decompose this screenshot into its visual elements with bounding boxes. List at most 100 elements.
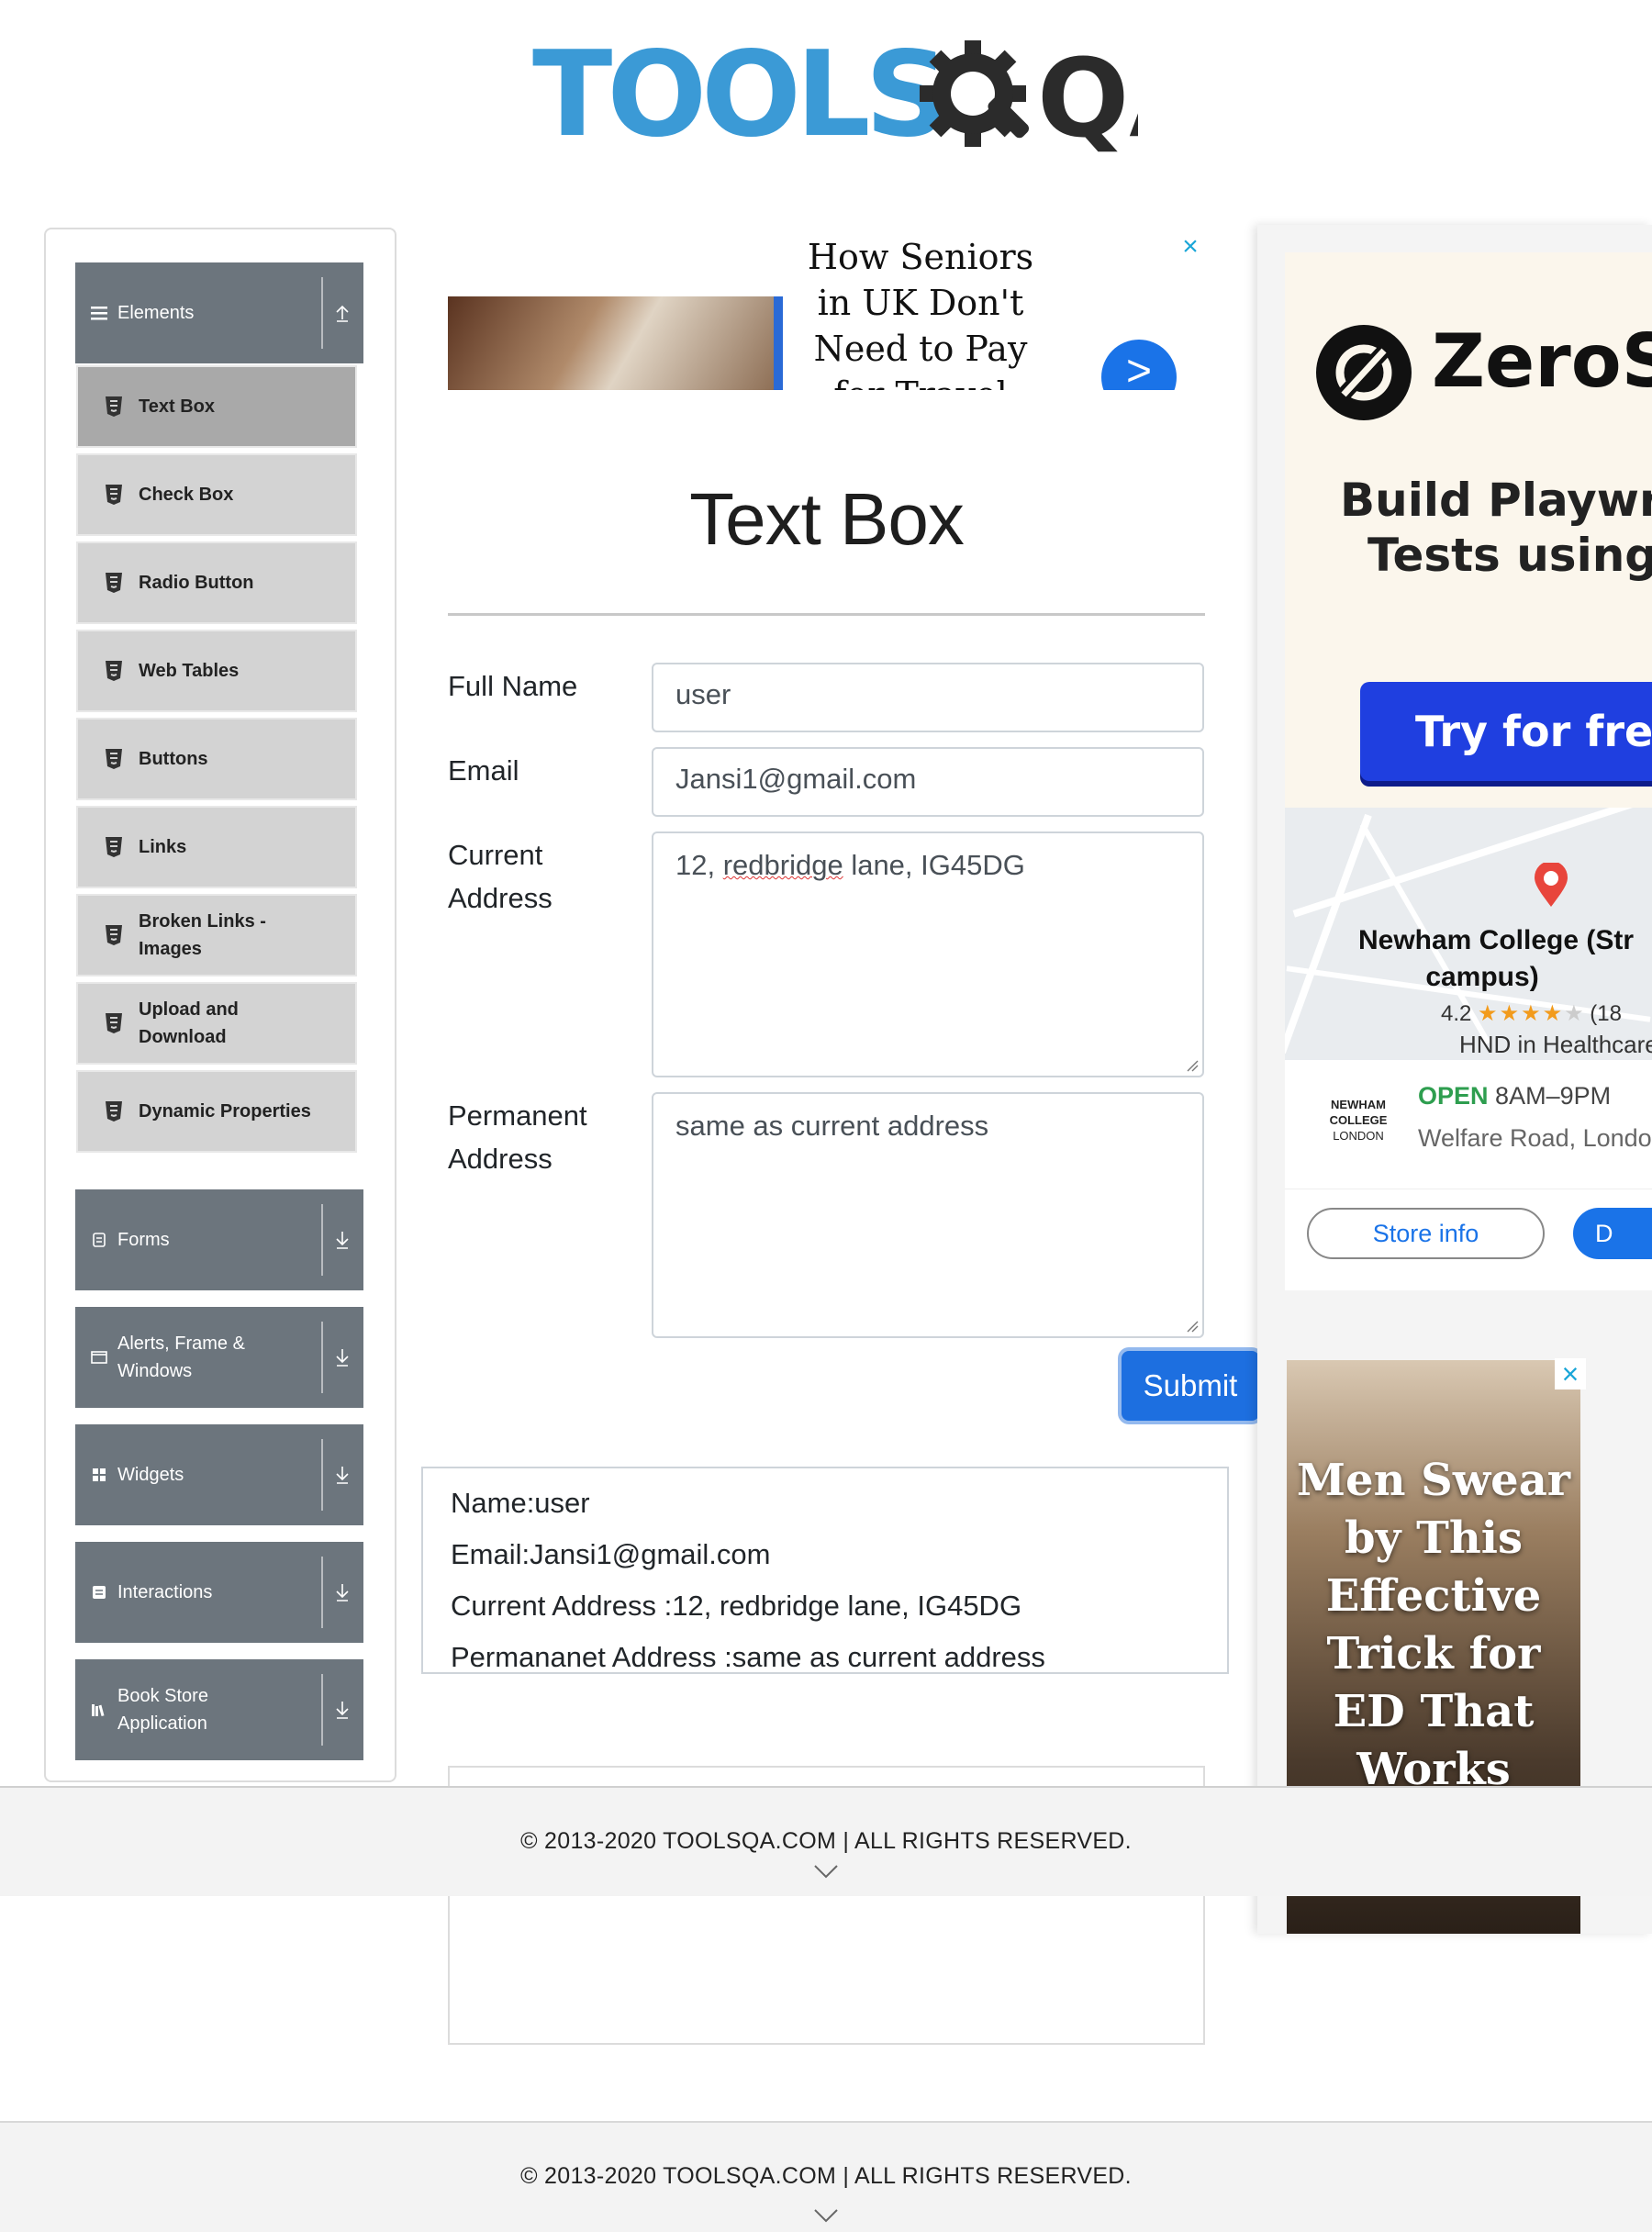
full-name-input[interactable]: user xyxy=(652,663,1204,732)
toolsqa-logo[interactable]: TOOLS QA xyxy=(532,27,1138,165)
sidebar-item-dynamic-properties[interactable]: Dynamic Properties xyxy=(76,1070,357,1153)
divider xyxy=(321,1204,323,1276)
resize-handle-icon[interactable] xyxy=(1186,1059,1199,1072)
sidebar-group-alerts[interactable]: Alerts, Frame & Windows xyxy=(75,1307,363,1408)
permanent-address-value: same as current address xyxy=(675,1110,989,1142)
store-info-button[interactable]: Store info xyxy=(1307,1208,1545,1259)
rating-count: (18 xyxy=(1590,1001,1622,1026)
html5-icon xyxy=(106,485,122,505)
directions-button[interactable]: D xyxy=(1573,1208,1652,1259)
expand-down-icon[interactable] xyxy=(332,1347,352,1367)
output-panel: Name:user Email:Jansi1@gmail.com Current… xyxy=(421,1467,1229,1674)
map-ad[interactable]: Newham College (Str campus) 4.2 ★★★★★ (1… xyxy=(1285,808,1652,1060)
sidebar-item-label: Check Box xyxy=(139,485,234,505)
output-email: Email:Jansi1@gmail.com xyxy=(451,1538,771,1570)
sidebar-item-web-tables[interactable]: Web Tables xyxy=(76,630,357,712)
html5-icon xyxy=(106,661,122,681)
sidebar-item-label: Web Tables xyxy=(139,661,240,681)
star-empty-icon: ★ xyxy=(1564,1001,1584,1026)
sidebar-item-radio-button[interactable]: Radio Button xyxy=(76,541,357,624)
zerostep-ad[interactable]: ZeroS Build Playwr Tests using Try for f… xyxy=(1285,252,1652,808)
sidebar-item-text-box[interactable]: Text Box xyxy=(76,365,357,448)
interactions-icon xyxy=(90,1583,108,1601)
expand-down-icon[interactable] xyxy=(332,1700,352,1720)
business-address: Welfare Road, London xyxy=(1418,1124,1652,1152)
spellcheck-word: redbridge xyxy=(722,849,843,881)
divider xyxy=(321,1557,323,1628)
map-category: HND in Healthcare xyxy=(1459,1031,1652,1058)
address-prefix: 12, xyxy=(675,849,723,881)
sidebar-item-label: Text Box xyxy=(139,396,215,417)
footer-copyright: © 2013-2020 TOOLSQA.COM | ALL RIGHTS RES… xyxy=(520,1828,1132,1854)
sidebar-item-upload-download[interactable]: Upload and Download xyxy=(76,982,357,1065)
html5-icon xyxy=(106,749,122,769)
rating-value: 4.2 xyxy=(1441,1001,1472,1026)
ad-photo-accent xyxy=(774,296,783,390)
output-permanent-address: Permananet Address :same as current addr… xyxy=(451,1641,1045,1673)
divider xyxy=(321,1674,323,1746)
divider xyxy=(321,1322,323,1393)
sidebar-item-label: Radio Button xyxy=(139,573,254,593)
resize-handle-icon[interactable] xyxy=(1186,1320,1199,1333)
business-actions: Store info D xyxy=(1285,1189,1652,1290)
permanent-address-label: Permanent Address xyxy=(448,1099,587,1175)
page-footer: © 2013-2020 TOOLSQA.COM | ALL RIGHTS RES… xyxy=(0,2121,1652,2232)
current-address-label: Current Address xyxy=(448,839,553,914)
sidebar-group-forms[interactable]: Forms xyxy=(75,1189,363,1290)
expand-down-icon[interactable] xyxy=(332,1230,352,1250)
ad-close-icon[interactable]: × xyxy=(1178,233,1203,261)
sidebar-group-label: Forms xyxy=(117,1230,170,1250)
sidebar-group-book-store[interactable]: Book Store Application xyxy=(75,1659,363,1760)
sidebar-item-label: Broken Links - Images xyxy=(139,911,266,959)
sidebar-item-label: Upload and Download xyxy=(139,999,239,1047)
sidebar-item-broken-links[interactable]: Broken Links - Images xyxy=(76,894,357,976)
newham-college-logo: NEWHAM COLLEGE LONDON xyxy=(1322,1097,1395,1144)
ad-tagline-line: Build Playwr xyxy=(1340,474,1652,527)
ad-clip xyxy=(448,390,1210,427)
hamburger-icon xyxy=(90,304,108,322)
expand-down-icon[interactable] xyxy=(332,1465,352,1485)
address-suffix: lane, IG45DG xyxy=(843,849,1025,881)
divider xyxy=(321,277,323,349)
expand-down-icon[interactable] xyxy=(332,1582,352,1602)
email-input[interactable]: Jansi1@gmail.com xyxy=(652,747,1204,817)
chevron-down-icon[interactable] xyxy=(812,1863,840,1880)
books-icon xyxy=(90,1701,108,1719)
sidebar-group-label: Widgets xyxy=(117,1465,184,1485)
top-banner-ad[interactable]: How Seniors in UK Don't Need to Pay for … xyxy=(448,233,1210,427)
logo-suffix: QA xyxy=(1037,35,1138,162)
sidebar-item-buttons[interactable]: Buttons xyxy=(76,718,357,800)
submit-button[interactable]: Submit xyxy=(1122,1351,1259,1421)
output-name: Name:user xyxy=(451,1487,590,1519)
footer-copyright: © 2013-2020 TOOLSQA.COM | ALL RIGHTS RES… xyxy=(520,2163,1132,2189)
html5-icon xyxy=(106,396,122,417)
html5-icon xyxy=(106,837,122,857)
sidebar-group-interactions[interactable]: Interactions xyxy=(75,1542,363,1643)
ad-close-icon[interactable]: × xyxy=(1555,1358,1586,1389)
current-address-textarea[interactable]: 12, redbridge lane, IG45DG xyxy=(652,831,1204,1077)
sidebar-group-elements[interactable]: Elements xyxy=(75,262,363,363)
opening-hours: 8AM–9PM xyxy=(1495,1082,1612,1110)
logo-line: COLLEGE xyxy=(1329,1113,1388,1127)
title-divider xyxy=(448,613,1205,616)
window-icon xyxy=(90,1348,108,1367)
logo-wordmark: TOOLS xyxy=(532,27,950,163)
html5-icon xyxy=(106,925,122,945)
try-for-free-button[interactable]: Try for free xyxy=(1360,682,1652,781)
sidebar-item-check-box[interactable]: Check Box xyxy=(76,453,357,536)
sidebar-item-links[interactable]: Links xyxy=(76,806,357,888)
sidebar-group-widgets[interactable]: Widgets xyxy=(75,1424,363,1525)
chevron-down-icon[interactable] xyxy=(812,2207,840,2224)
zerostep-logo-icon xyxy=(1316,325,1412,420)
ad-tagline-line: Tests using xyxy=(1367,529,1652,582)
business-card[interactable]: NEWHAM COLLEGE LONDON OPEN 8AM–9PM Welfa… xyxy=(1285,1060,1652,1189)
right-ad-column[interactable]: ZeroS Build Playwr Tests using Try for f… xyxy=(1257,225,1652,1934)
sidebar-group-label: Interactions xyxy=(117,1582,213,1602)
collapse-up-icon[interactable] xyxy=(332,303,352,323)
map-rating: 4.2 ★★★★★ (18 xyxy=(1441,1000,1622,1027)
logo-line: LONDON xyxy=(1333,1129,1384,1143)
permanent-address-textarea[interactable]: same as current address xyxy=(652,1092,1204,1338)
html5-icon xyxy=(106,1013,122,1033)
gear-magnifier-icon: QA xyxy=(920,35,1138,162)
sidebar-group-label: Alerts, Frame & Windows xyxy=(117,1334,245,1381)
